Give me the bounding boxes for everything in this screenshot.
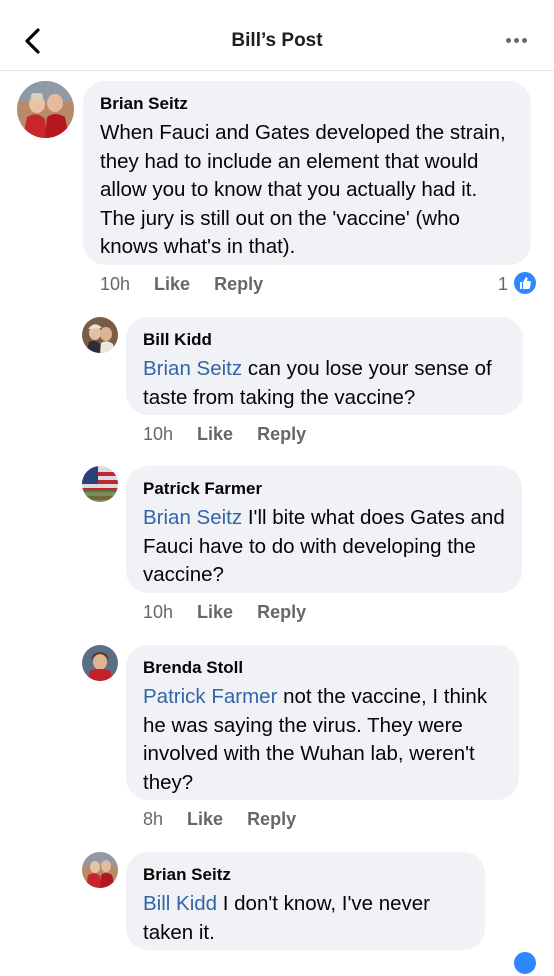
comment-bubble: Brian Seitz When Fauci and Gates develop…	[83, 81, 531, 265]
like-button[interactable]: Like	[197, 602, 233, 623]
comment-text: Brian Seitz I'll bite what does Gates an…	[143, 504, 506, 590]
comment-actions: 8h Like Reply	[143, 809, 296, 830]
more-options-icon[interactable]	[506, 38, 530, 46]
comment-bubble: Brenda Stoll Patrick Farmer not the vacc…	[126, 645, 519, 800]
reply-button[interactable]: Reply	[214, 274, 263, 295]
like-button[interactable]: Like	[197, 424, 233, 445]
comment-time: 10h	[143, 602, 174, 622]
comment-bubble: Bill Kidd Brian Seitz can you lose your …	[126, 317, 523, 415]
comment-text: Bill Kidd I don't know, I've never taken…	[143, 890, 469, 947]
post-header: Bill’s Post	[0, 0, 554, 71]
avatar[interactable]	[82, 317, 118, 353]
like-reaction-icon	[512, 270, 538, 296]
comment-text: Patrick Farmer not the vaccine, I think …	[143, 683, 503, 797]
mention-link[interactable]: Patrick Farmer	[143, 685, 277, 708]
reply-button[interactable]: Reply	[257, 602, 306, 623]
mention-link[interactable]: Brian Seitz	[143, 506, 242, 529]
comment-text: Brian Seitz can you lose your sense of t…	[143, 355, 507, 412]
reply-button[interactable]: Reply	[247, 809, 296, 830]
comment-time: 10h	[100, 274, 131, 294]
comment-author[interactable]: Brian Seitz	[143, 864, 469, 886]
like-button[interactable]: Like	[154, 274, 190, 295]
comment-actions: 10h Like Reply	[143, 424, 306, 445]
avatar[interactable]	[82, 645, 118, 681]
page-title: Bill’s Post	[231, 30, 323, 51]
comment-text: When Fauci and Gates developed the strai…	[100, 121, 506, 258]
reply-button[interactable]: Reply	[257, 424, 306, 445]
mention-link[interactable]: Brian Seitz	[143, 357, 242, 380]
comment-author[interactable]: Brian Seitz	[100, 93, 515, 115]
comment-actions: 10h Like Reply	[143, 602, 306, 623]
mention-link[interactable]: Bill Kidd	[143, 892, 217, 915]
like-reaction-icon	[512, 950, 538, 976]
comment-author[interactable]: Brenda Stoll	[143, 657, 503, 679]
like-button[interactable]: Like	[187, 809, 223, 830]
comment-actions: 10h Like Reply	[100, 274, 263, 295]
comment-bubble: Patrick Farmer Brian Seitz I'll bite wha…	[126, 466, 522, 593]
avatar[interactable]	[82, 466, 118, 502]
comment-bubble: Brian Seitz Bill Kidd I don't know, I've…	[126, 852, 485, 950]
reaction-count-label: 1	[498, 274, 509, 294]
avatar[interactable]	[17, 81, 74, 138]
comment-time: 8h	[143, 809, 164, 829]
avatar[interactable]	[82, 852, 118, 888]
reaction-count[interactable]: 1	[498, 274, 508, 295]
comment-time: 10h	[143, 424, 174, 444]
comment-author[interactable]: Patrick Farmer	[143, 478, 506, 500]
comment-author[interactable]: Bill Kidd	[143, 329, 507, 351]
